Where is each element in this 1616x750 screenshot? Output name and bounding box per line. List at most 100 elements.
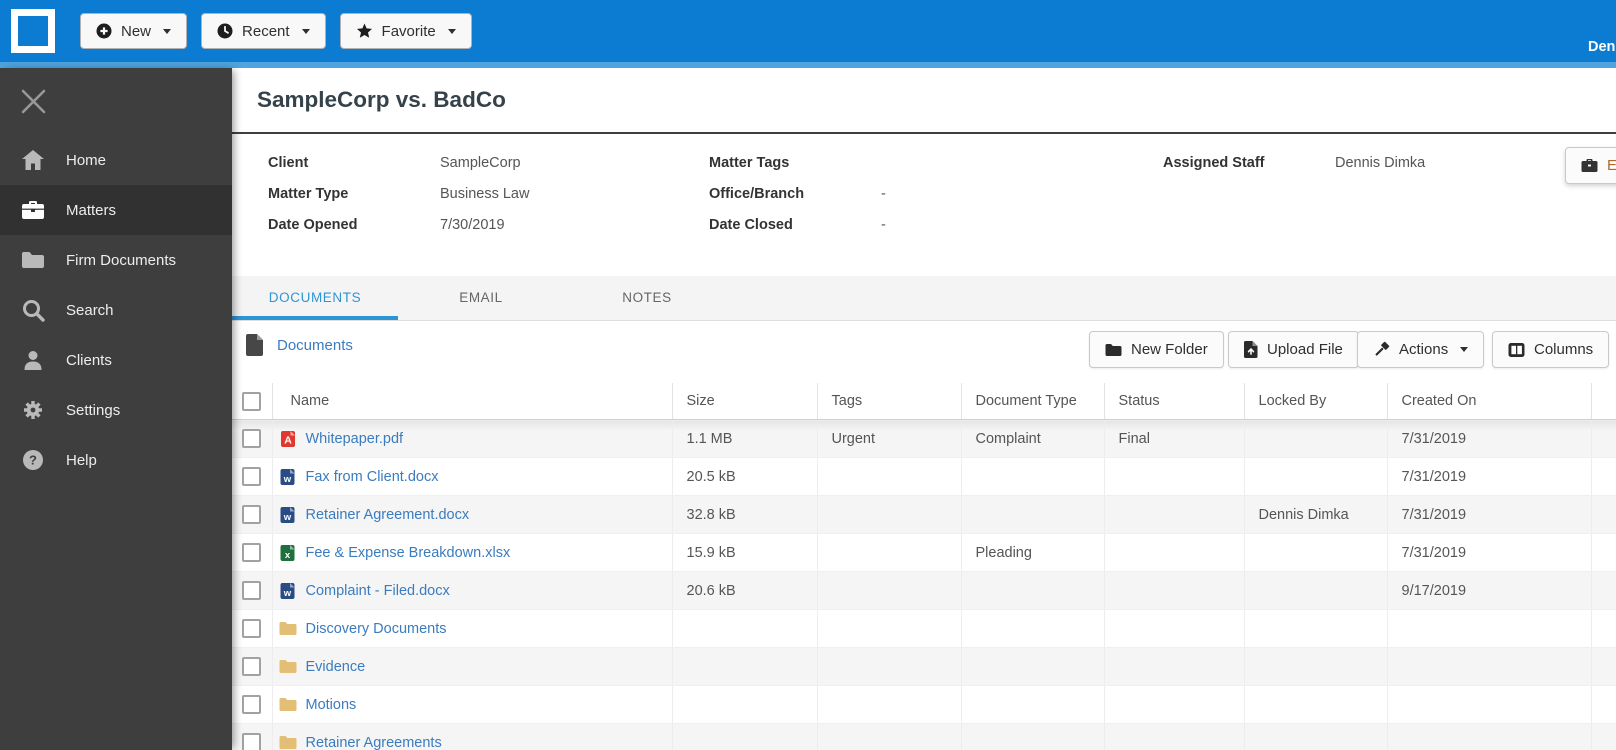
row-checkbox[interactable] [242,543,262,562]
folder-link[interactable]: Evidence [306,659,366,675]
matter-details: Client SampleCorp Matter Type Business Law… [232,134,1616,276]
row-checkbox[interactable] [242,505,262,524]
recent-menu-button[interactable]: Recent [201,13,326,49]
documents-table: Name Size Tags Document Type Status Lock… [232,383,1616,750]
column-header-extra [1591,383,1616,420]
sidebar-item-firm-documents[interactable]: Firm Documents [0,235,232,285]
tab-email[interactable]: EMAIL [398,276,564,320]
svg-text:w: w [283,474,292,485]
edit-matter-button[interactable]: Edit Matter [1565,147,1616,184]
file-link[interactable]: Retainer Agreement.docx [306,507,470,523]
cell-extra [1591,685,1616,724]
select-all-checkbox[interactable] [242,391,262,411]
row-checkbox[interactable] [242,733,262,750]
new-menu-button[interactable]: New [80,13,188,49]
user-menu[interactable]: Dennis Dimka [1588,39,1616,55]
cell-created-on: 7/31/2019 [1387,495,1592,534]
star-icon [356,23,373,39]
columns-label: Columns [1534,341,1594,358]
tab-notes[interactable]: NOTES [564,276,730,320]
file-row: w Complaint - Filed.docx 20.6 kB 9/17/2019 [232,571,1616,610]
folder-link[interactable]: Motions [306,697,357,713]
folder-row: Motions [232,685,1616,724]
cell-locked-by [1244,571,1388,610]
tab-bar: DOCUMENTS EMAIL NOTES [232,276,1616,321]
cell-checkbox [232,457,273,496]
column-header-tags[interactable]: Tags [817,383,962,420]
file-link[interactable]: Fax from Client.docx [306,469,439,485]
folder-icon [279,735,297,750]
cell-created-on [1387,609,1592,648]
column-header-created-on[interactable]: Created On [1387,383,1592,420]
cell-created-on [1387,685,1592,724]
favorite-menu-label: Favorite [381,22,436,40]
folder-icon [279,659,297,674]
cell-name: x Fee & Expense Breakdown.xlsx [272,533,673,572]
row-checkbox[interactable] [242,429,262,448]
search-icon [20,299,46,322]
row-checkbox[interactable] [242,657,262,676]
field-value: 7/30/2019 [440,216,505,233]
column-header-size[interactable]: Size [672,383,818,420]
tab-documents[interactable]: DOCUMENTS [232,276,398,320]
column-header-name[interactable]: Name [272,383,673,420]
cell-document-type: Complaint [961,419,1105,458]
plus-circle-icon [96,23,112,39]
cell-extra [1591,533,1616,572]
documents-table-body: A Whitepaper.pdf 1.1 MB Urgent Complaint Fina… [232,419,1616,750]
cell-size [672,647,818,686]
question-circle-icon: ? [20,449,46,471]
home-icon [20,149,46,171]
cell-name: Motions [272,685,673,724]
field-value: SampleCorp [440,154,521,171]
field-value: Dennis Dimka [1335,154,1426,171]
sidebar-item-clients[interactable]: Clients [0,335,232,385]
file-link[interactable]: Fee & Expense Breakdown.xlsx [306,545,511,561]
cell-tags [817,685,962,724]
column-header-locked-by[interactable]: Locked By [1244,383,1388,420]
sidebar-item-help[interactable]: ? Help [0,435,232,485]
cell-document-type [961,571,1105,610]
table-header-row: Name Size Tags Document Type Status Lock… [232,383,1616,420]
row-checkbox[interactable] [242,619,262,638]
details-column-1: Client SampleCorp Matter Type Business Law… [268,147,529,240]
sidebar-item-settings[interactable]: Settings [0,385,232,435]
row-checkbox[interactable] [242,467,262,486]
cell-locked-by [1244,685,1388,724]
word-icon: w [279,506,297,523]
cell-name: w Retainer Agreement.docx [272,495,673,534]
favorite-menu-button[interactable]: Favorite [339,13,472,49]
sidebar-item-matters[interactable]: Matters [0,185,232,235]
cell-locked-by [1244,533,1388,572]
cell-extra [1591,495,1616,534]
app-logo-icon[interactable] [11,9,55,53]
cell-locked-by: Dennis Dimka [1244,495,1388,534]
close-sidebar-icon[interactable] [20,88,47,115]
edit-matter-label: Edit Matter [1607,157,1616,174]
gear-icon [20,399,46,421]
columns-button[interactable]: Columns [1492,331,1610,368]
column-header-status[interactable]: Status [1104,383,1245,420]
actions-button[interactable]: Actions [1357,331,1485,368]
word-icon: w [279,582,297,599]
file-link[interactable]: Complaint - Filed.docx [306,583,450,599]
column-header-document-type[interactable]: Document Type [961,383,1105,420]
row-checkbox[interactable] [242,695,262,714]
folder-link[interactable]: Retainer Agreements [306,735,442,750]
breadcrumb: Documents [246,334,353,356]
row-checkbox[interactable] [242,581,262,600]
document-icon [246,334,264,356]
cell-locked-by [1244,457,1388,496]
folder-link[interactable]: Discovery Documents [306,621,447,637]
breadcrumb-documents-link[interactable]: Documents [277,337,353,354]
cell-extra [1591,609,1616,648]
sidebar-item-home[interactable]: Home [0,135,232,185]
sidebar-item-search[interactable]: Search [0,285,232,335]
new-folder-button[interactable]: New Folder [1089,331,1224,368]
svg-text:A: A [284,434,292,446]
cell-checkbox [232,609,273,648]
sidebar: Home Matters Firm Documents Search Clien… [0,68,232,750]
cell-extra [1591,457,1616,496]
file-link[interactable]: Whitepaper.pdf [306,431,404,447]
upload-file-button[interactable]: Upload File [1228,331,1359,368]
